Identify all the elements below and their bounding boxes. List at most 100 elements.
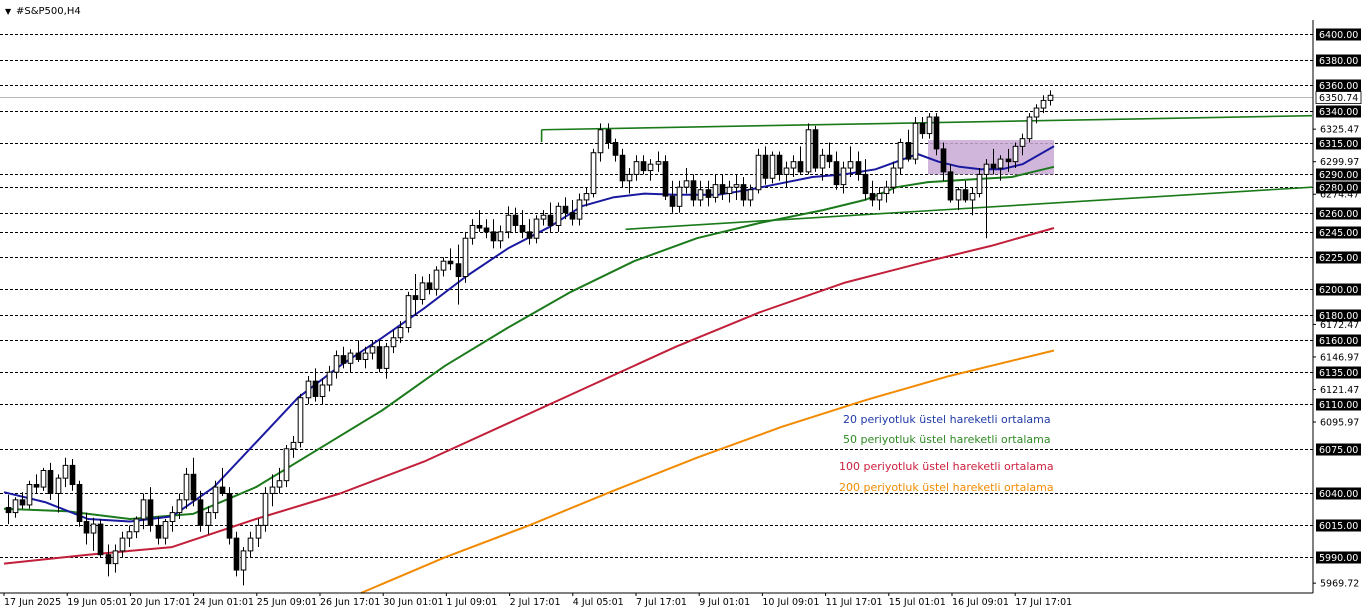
candle-body [969, 193, 976, 201]
candle-body [312, 380, 319, 397]
price-level-label: 6315.00 [1319, 139, 1358, 150]
candle-body [69, 464, 76, 486]
candle-body [440, 260, 447, 271]
candle-body [1005, 158, 1012, 163]
candle [283, 444, 290, 488]
candle-body [583, 193, 590, 201]
candle [662, 155, 669, 200]
candle-body [819, 154, 826, 169]
x-tick-label: 30 Jun 01:01 [383, 597, 443, 608]
candle-body [512, 214, 519, 226]
candle-body [590, 152, 597, 195]
price-level-label: 6200.00 [1319, 285, 1358, 296]
candle-body [712, 184, 719, 198]
y-tick-label: 6121.47 [1320, 385, 1359, 396]
price-level-label: 6160.00 [1319, 336, 1358, 347]
candle-body [247, 537, 254, 552]
candle-body [262, 492, 269, 526]
x-tick-label: 26 Jun 17:01 [320, 597, 380, 608]
x-tick-label: 25 Jun 09:01 [257, 597, 317, 608]
candle-body [26, 484, 33, 506]
y-tick-label: 6095.97 [1320, 418, 1359, 429]
candle-body [355, 352, 362, 360]
candle [405, 291, 412, 333]
candle [769, 151, 776, 184]
candle-body [340, 355, 347, 364]
candle-body [62, 464, 69, 479]
price-chart[interactable]: 6400.00 6380.00 6360.00 6340.00 6315.00 6290.… [0, 0, 1362, 611]
symbol-title: #S&P500,H4 [16, 6, 81, 17]
price-level-label: 6340.00 [1319, 107, 1358, 118]
candle-body [276, 480, 283, 488]
candle-body [12, 499, 19, 514]
candle-body [212, 486, 219, 514]
candle-body [376, 346, 383, 369]
candle-body [640, 161, 647, 172]
candle-body [540, 214, 547, 220]
candle-body [183, 473, 190, 501]
candle-body [683, 180, 690, 188]
y-tick-label: 6172.47 [1320, 320, 1359, 331]
candle-body [412, 295, 419, 300]
candle-body [933, 116, 940, 150]
candle-body [397, 327, 404, 339]
candle [805, 123, 812, 175]
candle-body [947, 171, 954, 201]
candle-body [455, 263, 462, 278]
candle-body [840, 167, 847, 186]
x-tick-label: 11 Jul 17:01 [826, 597, 883, 608]
candle-body [862, 173, 869, 195]
candle-body [633, 161, 640, 175]
candle [40, 467, 47, 491]
candle-body [5, 506, 12, 514]
price-level-label: 6400.00 [1319, 30, 1358, 41]
candle-body [555, 205, 562, 226]
x-tick-label: 1 Jul 09:01 [446, 597, 497, 608]
candle-body [747, 189, 754, 201]
candle-body [55, 477, 62, 494]
candle-body [283, 448, 290, 482]
legend-entry: 50 periyotluk üstel hareketli ortalama [843, 433, 1051, 446]
candle-body [476, 224, 483, 229]
candle-body [147, 499, 154, 526]
candle-body [619, 154, 626, 182]
candle-body [233, 537, 240, 571]
current-price-label: 6350.74 [1319, 93, 1358, 104]
candle-body [126, 531, 133, 539]
x-tick-label: 24 Jun 01:01 [194, 597, 254, 608]
candle-body [1040, 99, 1047, 109]
candle-body [769, 154, 776, 179]
candle-body [762, 154, 769, 179]
price-level-label: 6245.00 [1319, 228, 1358, 239]
candle-body [83, 521, 90, 534]
y-tick-label: 5969.72 [1320, 579, 1359, 590]
candle-body [462, 237, 469, 278]
candle [233, 531, 240, 577]
candle-body [240, 550, 247, 571]
candle-body [676, 186, 683, 207]
candle-body [869, 193, 876, 201]
candle [912, 116, 919, 165]
candle-body [612, 142, 619, 156]
candle-body [733, 184, 740, 188]
triangle-down-icon[interactable]: ▼ [5, 7, 12, 16]
x-tick-label: 7 Jul 17:01 [636, 597, 687, 608]
candle-body [19, 499, 26, 506]
price-level-label: 5990.00 [1319, 553, 1358, 564]
candle-body [162, 521, 169, 539]
price-level-label: 6135.00 [1319, 368, 1358, 379]
candle-body [405, 295, 412, 329]
candle-body [855, 161, 862, 175]
candle-body [797, 161, 804, 173]
candle-body [205, 512, 212, 526]
candle-body [255, 524, 262, 539]
candle-body [962, 189, 969, 201]
candle-body [505, 214, 512, 233]
candle-body [333, 355, 340, 373]
candle-body [362, 352, 369, 360]
chart-title[interactable]: ▼ #S&P500,H4 [5, 6, 81, 17]
candle-body [783, 167, 790, 175]
candle [76, 480, 83, 527]
candle-body [847, 161, 854, 169]
candle [590, 148, 597, 198]
